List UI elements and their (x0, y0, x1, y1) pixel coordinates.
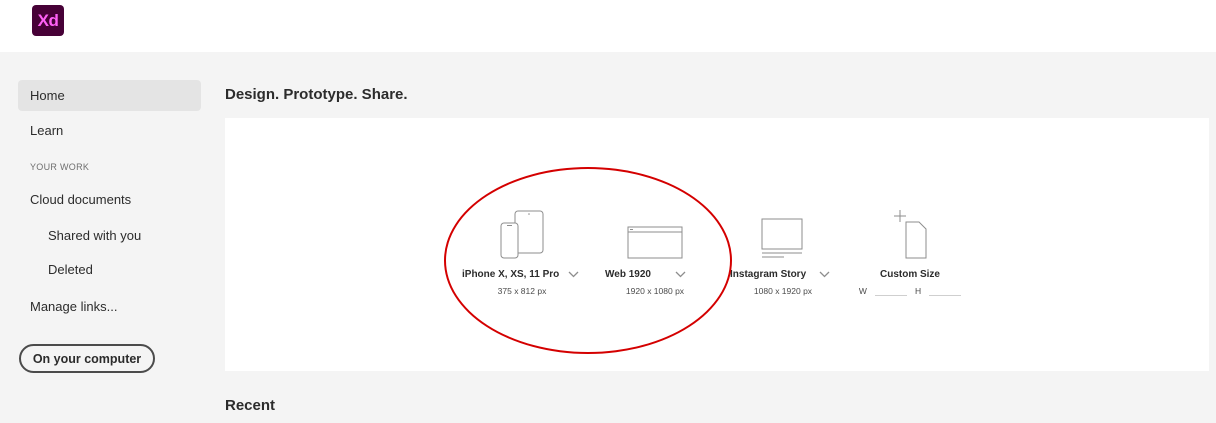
sidebar: Home Learn YOUR WORK Cloud documents Sha… (0, 52, 210, 423)
width-label: W (858, 286, 867, 296)
page-title: Design. Prototype. Share. (225, 86, 408, 103)
preset-instagram-story[interactable]: Instagram Story 1080 x 1920 px (730, 210, 836, 296)
preset-iphone-size: 375 x 812 px (497, 286, 547, 296)
sidebar-section-your-work: YOUR WORK (30, 162, 90, 172)
preset-iphone[interactable]: iPhone X, XS, 11 Pro 375 x 812 px (462, 210, 582, 296)
sidebar-item-shared-with-you[interactable]: Shared with you (18, 220, 201, 251)
chevron-down-icon[interactable] (675, 271, 686, 278)
preset-web-size: 1920 x 1080 px (625, 286, 685, 296)
custom-size-fields: W H (850, 284, 970, 296)
new-document-presets-panel: iPhone X, XS, 11 Pro 375 x 812 px Web 19… (225, 118, 1209, 371)
recent-heading: Recent (225, 397, 276, 414)
xd-logo: Xd (32, 5, 64, 36)
phone-tablet-icon (500, 210, 544, 259)
chevron-down-icon[interactable] (819, 271, 830, 278)
preset-custom-size[interactable]: Custom Size W H (850, 210, 970, 296)
width-input[interactable] (874, 284, 907, 296)
sidebar-item-deleted[interactable]: Deleted (18, 254, 201, 285)
height-label: H (914, 286, 922, 296)
sidebar-item-manage-links[interactable]: Manage links... (18, 291, 201, 322)
preset-web-1920[interactable]: Web 1920 1920 x 1080 px (605, 210, 705, 296)
preset-instagram-size: 1080 x 1920 px (753, 286, 813, 296)
height-input[interactable] (929, 284, 962, 296)
sidebar-item-home[interactable]: Home (18, 80, 201, 111)
web-browser-icon (627, 226, 683, 259)
top-bar: Xd (0, 0, 1216, 52)
chevron-down-icon[interactable] (568, 271, 579, 278)
preset-custom-name: Custom Size (879, 269, 940, 280)
preset-web-name[interactable]: Web 1920 (605, 269, 705, 280)
instagram-story-icon (761, 218, 803, 258)
custom-size-icon (894, 210, 927, 259)
on-your-computer-button[interactable]: On your computer (19, 344, 155, 373)
sidebar-item-learn[interactable]: Learn (18, 115, 201, 146)
preset-instagram-name[interactable]: Instagram Story (730, 269, 836, 280)
preset-iphone-name[interactable]: iPhone X, XS, 11 Pro (462, 269, 582, 280)
sidebar-item-cloud-documents[interactable]: Cloud documents (18, 184, 201, 215)
